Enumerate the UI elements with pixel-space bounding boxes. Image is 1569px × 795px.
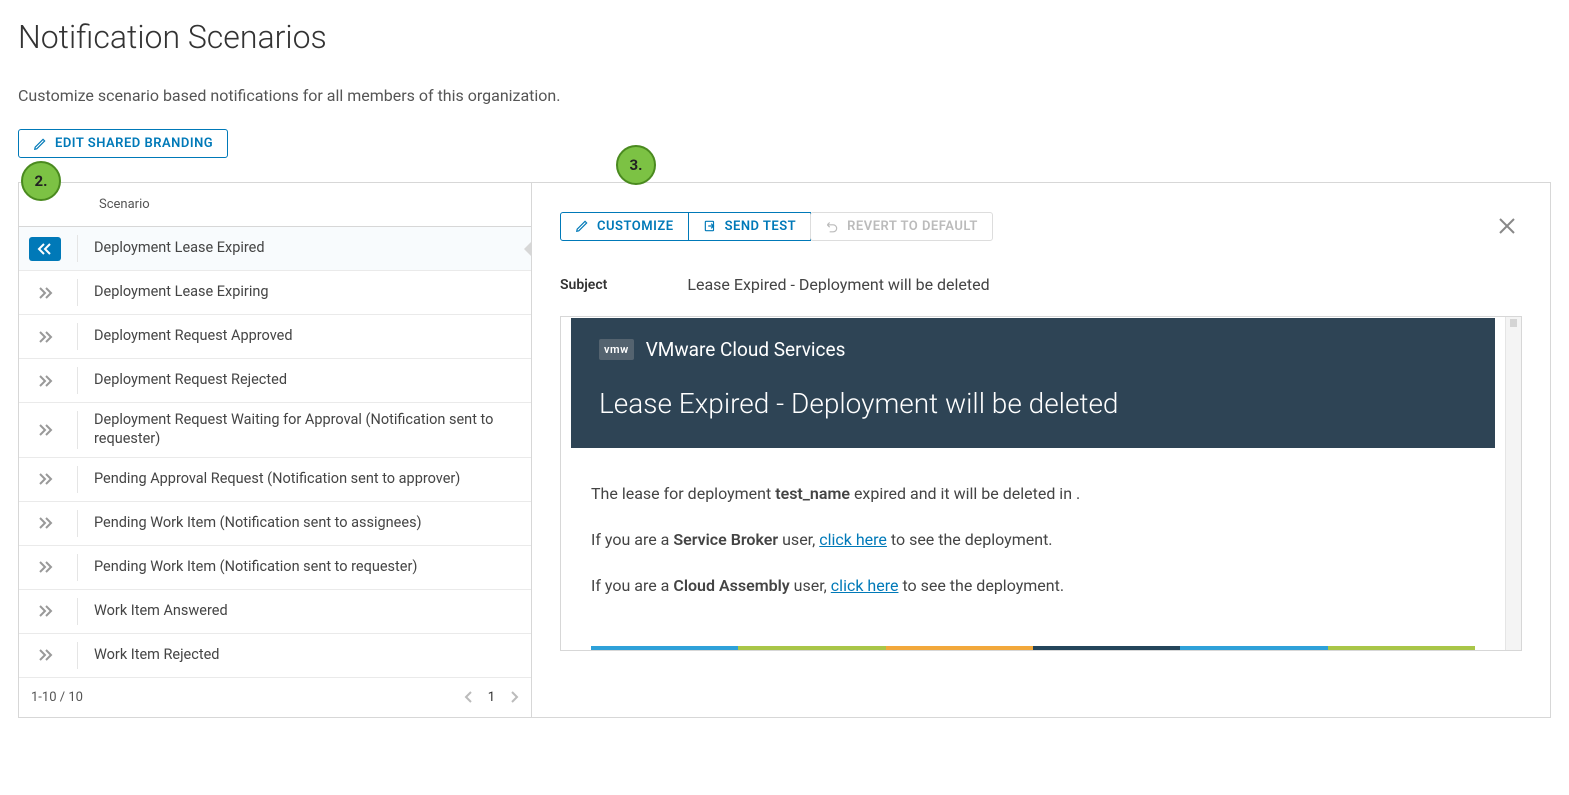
strip-segment xyxy=(886,646,1033,650)
preview-body: The lease for deployment test_name expir… xyxy=(561,458,1505,626)
undo-icon xyxy=(825,219,839,233)
service-broker-label: Service Broker xyxy=(673,530,778,549)
scenario-label: Work Item Answered xyxy=(94,602,521,621)
body-text: If you are a xyxy=(591,576,673,595)
scenario-column-header: Scenario xyxy=(19,183,531,227)
strip-segment xyxy=(591,646,738,650)
body-text: If you are a xyxy=(591,530,673,549)
scenario-label: Deployment Lease Expiring xyxy=(94,283,521,302)
scenario-label: Pending Work Item (Notification sent to … xyxy=(94,558,521,577)
strip-segment xyxy=(1033,646,1180,650)
pencil-icon xyxy=(575,219,589,233)
pagination: 1-10 / 10 1 xyxy=(19,678,531,717)
expand-icon[interactable] xyxy=(29,599,61,623)
scenario-label: Deployment Request Rejected xyxy=(94,371,521,390)
scenario-row[interactable]: Deployment Lease Expiring xyxy=(19,271,531,315)
collapse-icon[interactable] xyxy=(29,237,61,261)
expand-icon[interactable] xyxy=(29,281,61,305)
close-detail-button[interactable] xyxy=(1492,211,1522,241)
scenario-row[interactable]: Work Item Rejected xyxy=(19,634,531,678)
scenario-label: Deployment Request Waiting for Approval … xyxy=(94,411,521,449)
body-text: to see the deployment. xyxy=(898,576,1064,595)
subject-label: Subject xyxy=(560,277,607,293)
page-number: 1 xyxy=(488,690,495,705)
scenario-label: Pending Approval Request (Notification s… xyxy=(94,470,521,489)
scenario-list-panel: Scenario Deployment Lease Expired Deploym… xyxy=(19,183,532,717)
detail-button-group: CUSTOMIZE SEND TEST REVERT TO DEFAULT xyxy=(560,212,993,241)
expand-icon[interactable] xyxy=(29,555,61,579)
detail-panel: CUSTOMIZE SEND TEST REVERT TO DEFAULT xyxy=(532,183,1550,717)
subject-row: Subject Lease Expired - Deployment will … xyxy=(532,255,1550,312)
body-text: user, xyxy=(778,530,819,549)
body-text: The lease for deployment xyxy=(591,484,775,503)
preview-scrollbar[interactable] xyxy=(1505,317,1521,650)
color-strip xyxy=(591,646,1475,650)
cloud-assembly-label: Cloud Assembly xyxy=(673,576,789,595)
expand-icon[interactable] xyxy=(29,325,61,349)
body-text: to see the deployment. xyxy=(887,530,1053,549)
revert-label: REVERT TO DEFAULT xyxy=(847,219,978,234)
scenario-row[interactable]: Deployment Request Approved xyxy=(19,315,531,359)
scenario-label: Pending Work Item (Notification sent to … xyxy=(94,514,521,533)
scenario-row[interactable]: Deployment Request Waiting for Approval … xyxy=(19,403,531,458)
scenario-row[interactable]: Work Item Answered xyxy=(19,590,531,634)
subject-value: Lease Expired - Deployment will be delet… xyxy=(687,275,989,294)
body-text: user, xyxy=(790,576,831,595)
page-title: Notification Scenarios xyxy=(18,18,1551,56)
expand-icon[interactable] xyxy=(29,511,61,535)
preview-title: Lease Expired - Deployment will be delet… xyxy=(599,387,1467,420)
scenario-row[interactable]: Pending Work Item (Notification sent to … xyxy=(19,546,531,590)
expand-icon[interactable] xyxy=(29,369,61,393)
customize-label: CUSTOMIZE xyxy=(597,219,674,234)
brand-badge: vmw xyxy=(599,339,634,360)
cloud-assembly-link[interactable]: click here xyxy=(831,576,899,595)
preview-header: vmw VMware Cloud Services Lease Expired … xyxy=(571,318,1495,448)
page-subtitle: Customize scenario based notifications f… xyxy=(18,86,1551,105)
main-split: 2. 3. Scenario Deployment Lease ExpiredD… xyxy=(18,182,1551,718)
next-page-button[interactable] xyxy=(509,691,519,703)
strip-segment xyxy=(1328,646,1475,650)
pencil-icon xyxy=(33,137,47,151)
scenario-label: Deployment Request Approved xyxy=(94,327,521,346)
expand-icon[interactable] xyxy=(29,643,61,667)
customize-button[interactable]: CUSTOMIZE xyxy=(560,212,689,241)
strip-segment xyxy=(738,646,885,650)
email-preview: vmw VMware Cloud Services Lease Expired … xyxy=(560,316,1522,651)
body-text: expired and it will be deleted in . xyxy=(850,484,1080,503)
scenario-row[interactable]: Pending Approval Request (Notification s… xyxy=(19,458,531,502)
scenario-row[interactable]: Pending Work Item (Notification sent to … xyxy=(19,502,531,546)
scenario-label: Deployment Lease Expired xyxy=(94,239,521,258)
service-broker-link[interactable]: click here xyxy=(819,530,887,549)
edit-shared-branding-button[interactable]: EDIT SHARED BRANDING xyxy=(18,129,228,158)
send-test-label: SEND TEST xyxy=(725,219,797,234)
expand-icon[interactable] xyxy=(29,467,61,491)
brand-name: VMware Cloud Services xyxy=(646,338,846,361)
pagination-range: 1-10 / 10 xyxy=(31,690,83,705)
scenario-label: Work Item Rejected xyxy=(94,646,521,665)
prev-page-button[interactable] xyxy=(464,691,474,703)
send-test-button[interactable]: SEND TEST xyxy=(688,212,812,241)
revert-button: REVERT TO DEFAULT xyxy=(810,212,993,241)
send-icon xyxy=(703,219,717,233)
strip-segment xyxy=(1180,646,1327,650)
scenario-row[interactable]: Deployment Request Rejected xyxy=(19,359,531,403)
expand-icon[interactable] xyxy=(29,418,61,442)
callout-2: 2. xyxy=(21,161,61,201)
deployment-name: test_name xyxy=(775,484,850,503)
scenario-row[interactable]: Deployment Lease Expired xyxy=(19,227,531,271)
edit-branding-label: EDIT SHARED BRANDING xyxy=(55,136,213,151)
callout-3: 3. xyxy=(616,145,656,185)
